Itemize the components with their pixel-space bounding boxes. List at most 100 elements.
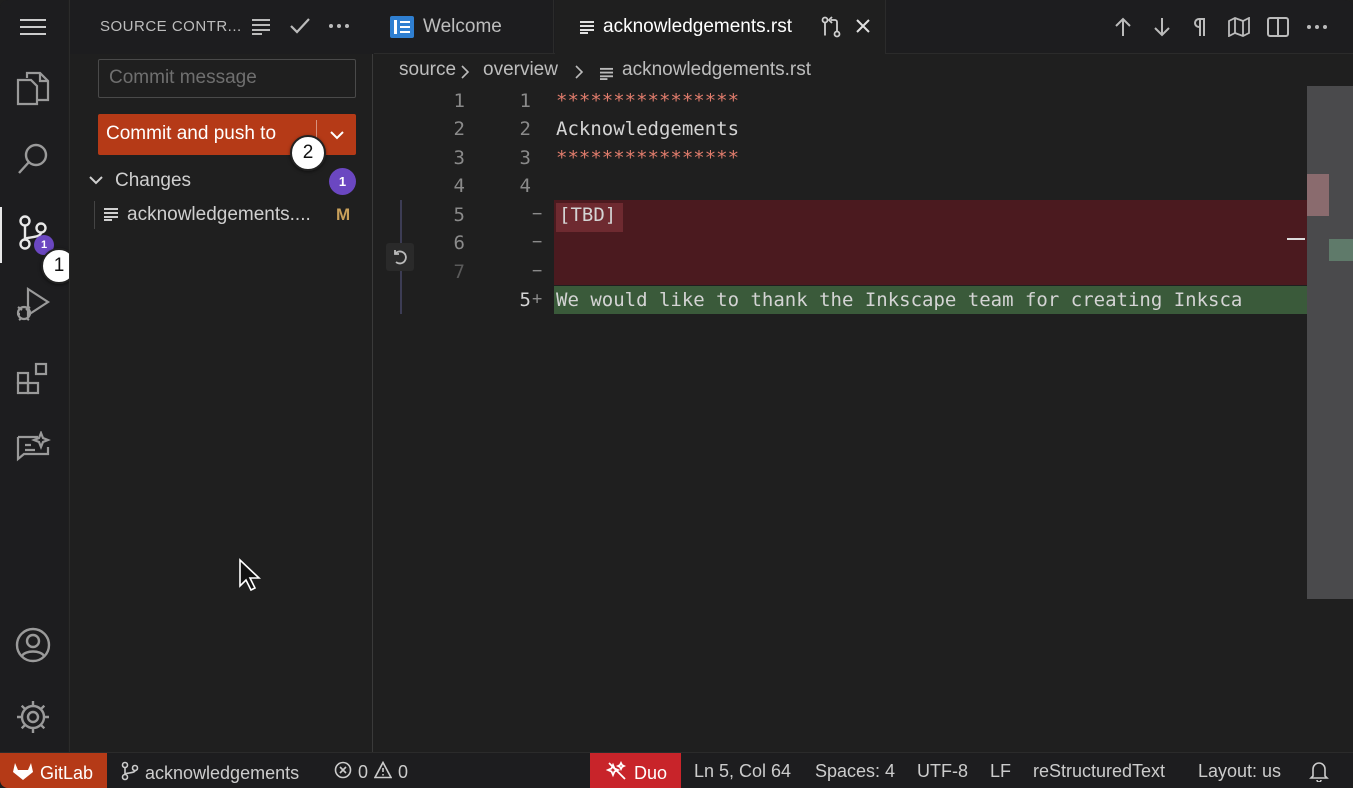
git-branch-icon xyxy=(121,761,139,786)
duo-item-content: Duo xyxy=(605,760,667,786)
commit-message-input[interactable]: Commit message xyxy=(98,59,356,98)
breadcrumb-source[interactable]: source xyxy=(399,59,456,81)
deleted-line-marker: − xyxy=(532,204,543,224)
code-line: Acknowledgements xyxy=(556,118,740,140)
original-line-number: 5 xyxy=(453,204,465,226)
mouse-cursor-icon xyxy=(238,558,262,597)
close-tab-icon[interactable] xyxy=(855,18,871,39)
chevron-right-icon xyxy=(574,63,584,85)
callout-2: 2 xyxy=(290,135,326,171)
gitlab-item-content: GitLab xyxy=(12,761,93,786)
minimap-deleted-block xyxy=(1307,174,1329,216)
tab-acknowledgements[interactable]: acknowledgements.rst xyxy=(555,0,886,54)
file-text-icon xyxy=(104,207,118,226)
breadcrumb: source overview acknowledgements.rst xyxy=(374,54,1353,86)
panel-header: SOURCE CONTR... xyxy=(70,0,374,54)
modified-line-number: 4 xyxy=(519,175,531,197)
duo-chat-icon[interactable] xyxy=(10,426,56,472)
warning-icon xyxy=(373,760,393,784)
modified-line-number: 1 xyxy=(519,90,531,112)
account-icon[interactable] xyxy=(10,622,56,668)
previous-change-icon[interactable] xyxy=(1110,14,1136,40)
modified-status: M xyxy=(336,205,351,224)
changed-file-name: acknowledgements.... xyxy=(127,204,311,225)
chevron-down-icon xyxy=(88,172,104,193)
original-line-number: 6 xyxy=(453,232,465,254)
tab-welcome-label: Welcome xyxy=(423,16,502,37)
commit-dropdown-chevron-icon[interactable] xyxy=(322,120,352,149)
branch-name: acknowledgements xyxy=(145,763,300,783)
chevron-right-icon xyxy=(460,63,470,85)
changes-count-badge: 1 xyxy=(329,168,356,195)
more-actions-icon[interactable] xyxy=(327,14,351,38)
minimap[interactable] xyxy=(1307,86,1353,599)
end-of-line[interactable]: LF xyxy=(990,761,1011,782)
gitlab-icon xyxy=(12,761,34,786)
error-icon xyxy=(334,761,352,784)
vscode-window: 1 1 SOURCE CONTR... Commit message Commi… xyxy=(0,0,1353,788)
next-change-icon[interactable] xyxy=(1149,14,1175,40)
minimap-added-block xyxy=(1329,239,1353,261)
indentation[interactable]: Spaces: 4 xyxy=(815,761,895,782)
activity-bar: 1 1 xyxy=(0,0,77,752)
explorer-icon[interactable] xyxy=(10,65,56,111)
original-line-number: 1 xyxy=(453,90,465,112)
file-text-icon xyxy=(580,20,594,39)
diff-editor[interactable]: 1 2 3 4 5 6 7 1 2 3 4 5 − − − + ********… xyxy=(374,86,1353,752)
changes-label: Changes xyxy=(115,170,192,191)
encoding[interactable]: UTF-8 xyxy=(917,761,968,782)
code-line: [TBD] xyxy=(559,204,617,226)
error-count: 0 xyxy=(358,762,369,782)
menu-icon[interactable] xyxy=(13,10,53,44)
cursor-position[interactable]: Ln 5, Col 64 xyxy=(694,761,791,782)
modified-line-number: 5 xyxy=(519,289,531,311)
code-line: We would like to thank the Inkscape team… xyxy=(556,289,1243,311)
gitlab-status-item[interactable]: GitLab xyxy=(0,753,107,788)
view-as-list-icon[interactable] xyxy=(249,14,273,38)
tab-acknowledgements-label: acknowledgements.rst xyxy=(603,16,793,37)
branch-status-item[interactable]: acknowledgements xyxy=(121,761,299,786)
code-line: **************** xyxy=(556,90,740,112)
duo-status-item[interactable]: Duo xyxy=(590,753,681,788)
breadcrumb-overview[interactable]: overview xyxy=(483,59,558,81)
whitespace-pilcrow-icon[interactable] xyxy=(1187,14,1213,40)
original-line-number: 3 xyxy=(453,147,465,169)
breadcrumb-file[interactable]: acknowledgements.rst xyxy=(622,59,811,81)
file-text-icon xyxy=(600,64,613,86)
original-line-number: 2 xyxy=(453,118,465,140)
original-line-number: 7 xyxy=(453,261,465,283)
source-control-panel: SOURCE CONTR... Commit message Commit an… xyxy=(69,0,374,752)
problems-status-item[interactable]: 0 0 xyxy=(334,760,409,784)
overview-ruler-mark xyxy=(1287,238,1305,240)
settings-gear-icon[interactable] xyxy=(10,694,56,740)
notifications-bell-icon[interactable] xyxy=(1309,760,1329,782)
extensions-icon[interactable] xyxy=(10,355,56,401)
run-debug-icon[interactable] xyxy=(10,281,56,327)
deleted-line-marker: − xyxy=(532,232,543,252)
tab-welcome[interactable]: Welcome xyxy=(374,0,554,54)
keyboard-layout[interactable]: Layout: us xyxy=(1198,761,1281,782)
gitlab-label: GitLab xyxy=(40,763,94,783)
added-line-marker: + xyxy=(532,289,543,309)
tree-guide xyxy=(94,201,95,229)
panel-title: SOURCE CONTR... xyxy=(100,18,242,35)
git-compare-icon xyxy=(819,15,843,44)
changed-file-item[interactable]: acknowledgements.... M xyxy=(84,201,370,229)
open-file-map-icon[interactable] xyxy=(1226,14,1252,40)
split-editor-icon[interactable] xyxy=(1265,14,1291,40)
editor-more-actions-icon[interactable] xyxy=(1304,14,1330,40)
language-mode[interactable]: reStructuredText xyxy=(1033,761,1165,782)
code-line: **************** xyxy=(556,147,740,169)
search-icon[interactable] xyxy=(10,136,56,182)
welcome-icon xyxy=(390,16,414,43)
modified-line-number: 3 xyxy=(519,147,531,169)
status-bar: GitLab acknowledgements 0 0 Duo Ln 5, Co… xyxy=(0,752,1353,788)
active-indicator xyxy=(0,207,2,263)
warning-count: 0 xyxy=(398,762,409,782)
duo-disabled-icon xyxy=(605,760,628,786)
commit-button-label: Commit and push to xyxy=(106,123,277,144)
commit-check-icon[interactable] xyxy=(288,14,312,38)
changes-group-header[interactable]: Changes 1 xyxy=(84,167,370,195)
revert-change-icon[interactable] xyxy=(386,243,414,271)
original-line-number: 4 xyxy=(453,175,465,197)
